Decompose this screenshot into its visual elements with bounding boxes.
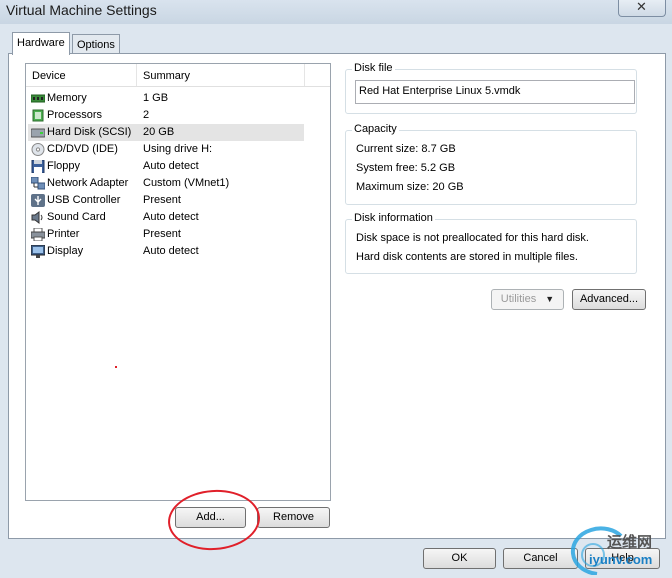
title-bar: Virtual Machine Settings ✕ bbox=[0, 0, 672, 24]
device-name: CD/DVD (IDE) bbox=[47, 143, 118, 155]
device-name: USB Controller bbox=[47, 194, 121, 206]
utilities-label: Utilities bbox=[500, 293, 537, 305]
watermark-url-text: iyunv.com bbox=[589, 552, 653, 567]
device-name: Printer bbox=[47, 228, 80, 240]
device-row-memory[interactable]: Memory 1 GB bbox=[28, 90, 304, 107]
device-list[interactable]: Device Summary Memory 1 GB Processors 2 … bbox=[25, 63, 331, 501]
display-icon bbox=[31, 245, 45, 258]
device-name: Processors bbox=[47, 109, 103, 121]
device-name: Display bbox=[47, 245, 84, 257]
column-divider[interactable] bbox=[136, 64, 137, 86]
device-name: Memory bbox=[47, 92, 87, 104]
device-summary: 20 GB bbox=[143, 126, 175, 138]
disk-info-line-2: Hard disk contents are stored in multipl… bbox=[356, 251, 578, 263]
tab-hardware[interactable]: Hardware bbox=[12, 32, 70, 55]
remove-button[interactable]: Remove bbox=[257, 507, 330, 528]
device-row-processors[interactable]: Processors 2 bbox=[28, 107, 304, 124]
disk-info-line-1: Disk space is not preallocated for this … bbox=[356, 232, 589, 244]
disk-file-field[interactable]: Red Hat Enterprise Linux 5.vmdk bbox=[355, 80, 635, 104]
hard-disk-icon bbox=[31, 128, 45, 138]
device-summary: Present bbox=[143, 228, 181, 240]
device-summary: Auto detect bbox=[143, 211, 199, 223]
device-summary: 1 GB bbox=[143, 92, 169, 104]
disk-information-group: Disk information Disk space is not preal… bbox=[345, 212, 637, 274]
device-name: Hard Disk (SCSI) bbox=[47, 126, 132, 138]
watermark-logo: 运维网 iyunv.com bbox=[563, 522, 672, 576]
device-list-header: Device Summary bbox=[26, 64, 330, 87]
cd-dvd-icon bbox=[31, 143, 45, 156]
device-row-display[interactable]: Display Auto detect bbox=[28, 243, 304, 260]
device-row-cd-dvd[interactable]: CD/DVD (IDE) Using drive H: bbox=[28, 141, 304, 158]
device-row-hard-disk[interactable]: Hard Disk (SCSI) 20 GB bbox=[28, 124, 304, 141]
device-row-usb-controller[interactable]: USB Controller Present bbox=[28, 192, 304, 209]
capacity-legend: Capacity bbox=[352, 123, 399, 135]
tab-options-label: Options bbox=[77, 39, 115, 51]
usb-icon bbox=[31, 194, 45, 207]
device-name: Network Adapter bbox=[47, 177, 129, 189]
memory-icon bbox=[31, 94, 45, 103]
device-summary: Present bbox=[143, 194, 181, 206]
device-summary: Auto detect bbox=[143, 245, 199, 257]
disk-file-value: Red Hat Enterprise Linux 5.vmdk bbox=[359, 85, 521, 97]
column-summary[interactable]: Summary bbox=[143, 70, 190, 82]
disk-information-legend: Disk information bbox=[352, 212, 435, 224]
printer-icon bbox=[31, 228, 45, 241]
floppy-icon bbox=[31, 160, 45, 173]
ok-button[interactable]: OK bbox=[423, 548, 496, 569]
device-summary: Auto detect bbox=[143, 160, 199, 172]
chevron-down-icon: ▼ bbox=[545, 294, 555, 304]
watermark-cn-text: 运维网 bbox=[607, 534, 653, 551]
device-name: Floppy bbox=[47, 160, 81, 172]
device-name: Sound Card bbox=[47, 211, 106, 223]
device-summary: 2 bbox=[143, 109, 150, 121]
device-row-printer[interactable]: Printer Present bbox=[28, 226, 304, 243]
disk-file-legend: Disk file bbox=[352, 62, 395, 74]
column-divider[interactable] bbox=[304, 64, 305, 86]
device-summary: Custom (VMnet1) bbox=[143, 177, 230, 189]
system-free-label: System free: 5.2 GB bbox=[356, 162, 456, 174]
device-summary: Using drive H: bbox=[143, 143, 213, 155]
current-size-label: Current size: 8.7 GB bbox=[356, 143, 456, 155]
tab-options[interactable]: Options bbox=[72, 34, 120, 55]
device-row-sound-card[interactable]: Sound Card Auto detect bbox=[28, 209, 304, 226]
sound-card-icon bbox=[31, 211, 43, 224]
network-adapter-icon bbox=[31, 177, 45, 190]
column-device[interactable]: Device bbox=[32, 70, 66, 82]
close-button[interactable]: ✕ bbox=[618, 0, 666, 17]
close-icon: ✕ bbox=[636, 0, 647, 14]
capacity-group: Capacity Current size: 8.7 GB System fre… bbox=[345, 123, 637, 205]
processor-icon bbox=[32, 109, 44, 122]
advanced-button[interactable]: Advanced... bbox=[572, 289, 646, 310]
utilities-dropdown[interactable]: Utilities ▼ bbox=[491, 289, 564, 310]
device-row-network-adapter[interactable]: Network Adapter Custom (VMnet1) bbox=[28, 175, 304, 192]
window-title: Virtual Machine Settings bbox=[6, 2, 157, 18]
maximum-size-label: Maximum size: 20 GB bbox=[356, 181, 464, 193]
annotation-dot bbox=[115, 366, 117, 368]
device-row-floppy[interactable]: Floppy Auto detect bbox=[28, 158, 304, 175]
tab-hardware-label: Hardware bbox=[17, 37, 65, 49]
